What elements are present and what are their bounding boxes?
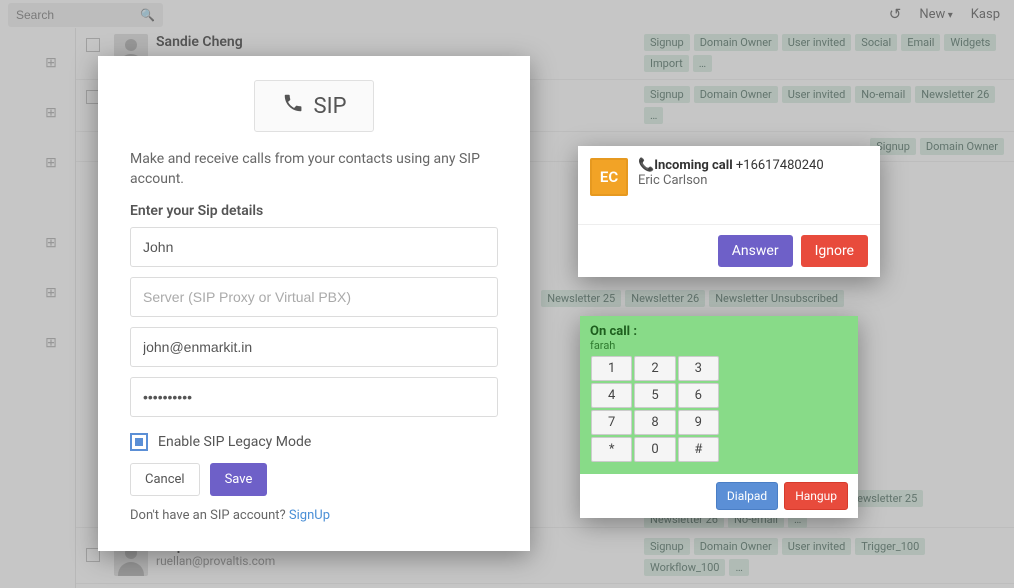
dialpad-key-7[interactable]: 7 xyxy=(591,410,632,435)
save-button[interactable]: Save xyxy=(210,463,268,496)
dialpad-key-2[interactable]: 2 xyxy=(634,356,675,381)
sip-signup-prompt: Don't have an SIP account? xyxy=(130,508,289,523)
sip-server-input[interactable] xyxy=(130,277,498,317)
dialpad-key-8[interactable]: 8 xyxy=(634,410,675,435)
dialpad-key-4[interactable]: 4 xyxy=(591,383,632,408)
dialpad-key-star[interactable]: * xyxy=(591,437,632,462)
checkbox-icon xyxy=(130,433,148,451)
sip-name-input[interactable] xyxy=(130,227,498,267)
dialpad-key-6[interactable]: 6 xyxy=(678,383,719,408)
sip-signup-link[interactable]: SignUp xyxy=(289,508,330,523)
incoming-call-line: 📞Incoming call +16617480240 xyxy=(638,158,824,173)
incoming-call-number: +16617480240 xyxy=(736,158,824,173)
sip-logo: SIP xyxy=(254,80,374,132)
incoming-caller-name: Eric Carlson xyxy=(638,173,824,188)
hangup-button[interactable]: Hangup xyxy=(784,482,848,510)
sip-legacy-checkbox[interactable]: Enable SIP Legacy Mode xyxy=(130,433,498,451)
sip-modal: SIP Make and receive calls from your con… xyxy=(98,56,530,551)
phone-icon xyxy=(282,92,304,120)
phone-icon: 📞 xyxy=(638,158,654,173)
sip-logo-text: SIP xyxy=(314,94,347,119)
dialpad-key-5[interactable]: 5 xyxy=(634,383,675,408)
sip-user-input[interactable] xyxy=(130,327,498,367)
oncall-name: farah xyxy=(590,339,848,352)
dialpad-key-0[interactable]: 0 xyxy=(634,437,675,462)
ignore-button[interactable]: Ignore xyxy=(801,235,868,267)
incoming-call-popup: EC 📞Incoming call +16617480240 Eric Carl… xyxy=(578,146,880,277)
sip-password-input[interactable] xyxy=(130,377,498,417)
cancel-button[interactable]: Cancel xyxy=(130,463,200,496)
dialpad-key-1[interactable]: 1 xyxy=(591,356,632,381)
oncall-popup: On call : farah 1 2 3 4 5 6 7 8 9 * 0 # xyxy=(580,316,858,518)
dialpad-button[interactable]: Dialpad xyxy=(716,482,778,510)
sip-description: Make and receive calls from your contact… xyxy=(130,150,498,189)
incoming-call-label: Incoming call xyxy=(654,158,736,173)
dialpad-key-9[interactable]: 9 xyxy=(678,410,719,435)
dialpad: 1 2 3 4 5 6 7 8 9 * 0 # xyxy=(590,356,720,464)
caller-avatar: EC xyxy=(590,158,628,196)
dialpad-key-3[interactable]: 3 xyxy=(678,356,719,381)
answer-button[interactable]: Answer xyxy=(718,235,793,267)
sip-legacy-label: Enable SIP Legacy Mode xyxy=(158,434,311,450)
dialpad-key-hash[interactable]: # xyxy=(678,437,719,462)
sip-details-label: Enter your Sip details xyxy=(130,203,498,219)
oncall-title: On call : xyxy=(590,324,848,339)
